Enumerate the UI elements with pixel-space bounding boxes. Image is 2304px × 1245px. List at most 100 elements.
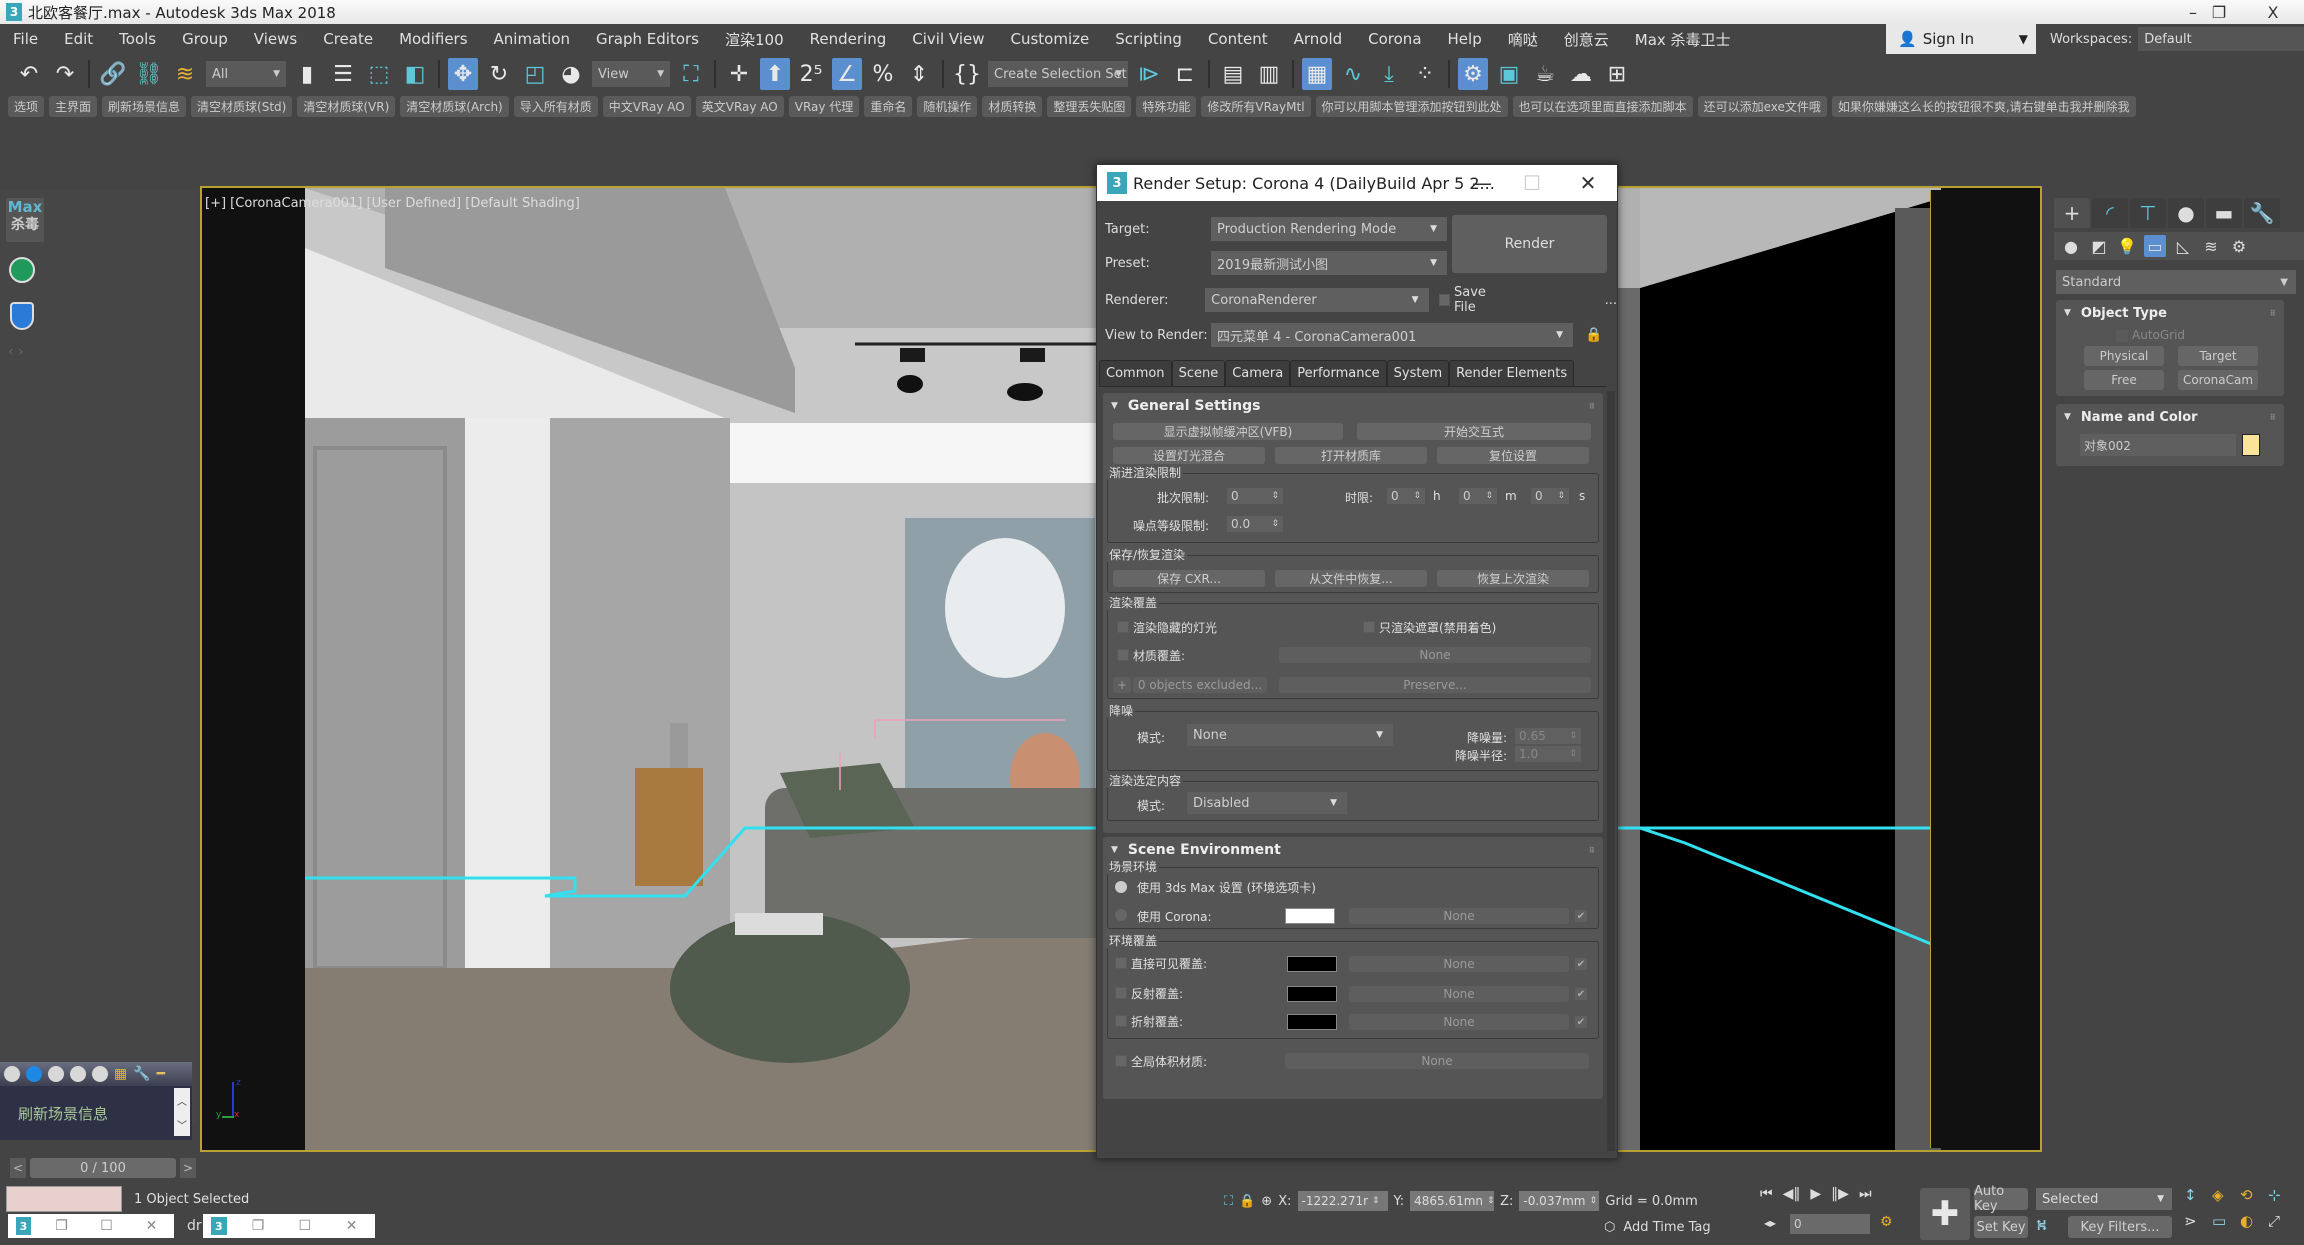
spinner-arrows-icon[interactable]: ⇕	[1487, 1196, 1495, 1206]
display-tab-icon[interactable]: ▬	[2206, 198, 2242, 228]
add-excluded-button[interactable]: +	[1113, 677, 1131, 693]
file-browse-button[interactable]: ...	[1605, 293, 1617, 308]
menu-graph-editors[interactable]: Graph Editors	[583, 30, 712, 48]
tab-system[interactable]: System	[1386, 360, 1450, 386]
roll-camera-icon[interactable]: ⟲	[2240, 1186, 2268, 1212]
spinner-arrows-icon[interactable]: ⇕	[1569, 749, 1577, 759]
selection-lock-icon[interactable]: 🔒	[1239, 1194, 1255, 1209]
maximize-icon[interactable]: ☐	[281, 1218, 328, 1234]
key-filters-button[interactable]: Key Filters...	[2068, 1216, 2172, 1238]
target-camera-button[interactable]: Target	[2178, 346, 2258, 366]
target-dropdown[interactable]: Production Rendering Mode ▼	[1211, 217, 1447, 241]
dialog-scrollbar[interactable]	[1607, 391, 1615, 1151]
menu-edit[interactable]: Edit	[51, 30, 106, 48]
dialog-title-bar[interactable]: 3 Render Setup: Corona 4 (DailyBuild Apr…	[1097, 165, 1617, 201]
create-tab-plus-icon[interactable]: +	[2054, 198, 2090, 228]
restore-icon[interactable]: ❐	[235, 1218, 282, 1234]
custom-button[interactable]: 你可以用脚本管理添加按钮到此处	[1315, 96, 1508, 117]
renderer-dropdown[interactable]: CoronaRenderer ▼	[1205, 288, 1429, 312]
snap-2-5-icon[interactable]: 2⁵	[796, 58, 826, 90]
direct-visibility-toggle[interactable]: ✔	[1575, 958, 1587, 970]
rendered-frame-window-icon[interactable]: ▣	[1494, 58, 1524, 90]
placement-icon[interactable]: ◕	[556, 58, 586, 90]
time-minutes-spinner[interactable]: 0 ⇕	[1459, 488, 1497, 504]
chevron-down-icon[interactable]: ﹀	[177, 1117, 187, 1132]
preset-dropdown[interactable]: 2019最新测试小图 ▼	[1211, 251, 1447, 275]
close-icon[interactable]: ✕	[129, 1218, 174, 1234]
custom-button[interactable]: 清空材质球(Arch)	[400, 96, 509, 117]
name-and-color-header[interactable]: ▼ Name and Color ⠿	[2056, 404, 2284, 430]
material-override-checkbox[interactable]	[1117, 649, 1129, 661]
systems-gear-icon[interactable]: ⚙	[2228, 235, 2250, 257]
close-icon[interactable]: ✕	[328, 1218, 375, 1234]
edit-named-sets-icon[interactable]: {}	[952, 58, 982, 90]
menu-customize[interactable]: Customize	[997, 30, 1102, 48]
time-hours-spinner[interactable]: 0 ⇕	[1387, 488, 1425, 504]
custom-button[interactable]: 导入所有材质	[513, 96, 598, 117]
dialog-close-button[interactable]: ✕	[1563, 165, 1613, 201]
preserve-button[interactable]: Preserve...	[1279, 677, 1591, 693]
refraction-color-swatch[interactable]	[1287, 1014, 1337, 1030]
maxscript-mini-listener[interactable]	[6, 1186, 122, 1212]
denoise-radius-spinner[interactable]: 1.0 ⇕	[1515, 746, 1581, 762]
object-name-field[interactable]: 对象002	[2080, 434, 2236, 456]
dot-icon[interactable]	[26, 1066, 42, 1082]
custom-button[interactable]: 如果你嫌嫌这么长的按钮很不爽,请右键单击我并删除我	[1831, 96, 2136, 117]
default-tangents-icon[interactable]: ⛕	[2036, 1216, 2047, 1236]
curve-editor-icon[interactable]: ∿	[1338, 58, 1368, 90]
render-iterative-icon[interactable]: ☁	[1566, 58, 1596, 90]
restore-icon[interactable]: ❐	[39, 1218, 84, 1234]
helpers-icon[interactable]: ◺	[2172, 235, 2194, 257]
redo-icon[interactable]: ↷	[50, 58, 80, 90]
custom-button[interactable]: 清空材质球(Std)	[191, 96, 293, 117]
grip-icon[interactable]: ⠿	[2270, 413, 2276, 422]
chevron-up-icon[interactable]: ︿	[177, 1093, 187, 1108]
close-button[interactable]: X	[2250, 0, 2296, 24]
minimized-window[interactable]: 3 ❐ ☐ ✕	[203, 1214, 375, 1238]
corona-env-map-toggle[interactable]: ✔	[1575, 910, 1587, 922]
denoise-mode-dropdown[interactable]: None ▼	[1187, 724, 1393, 746]
reset-settings-button[interactable]: 复位设置	[1437, 447, 1589, 464]
reflection-override-checkbox[interactable]	[1115, 987, 1127, 999]
custom-button[interactable]: 刷新场景信息	[102, 96, 187, 117]
restore-last-render-button[interactable]: 恢复上次渲染	[1437, 570, 1589, 587]
viewport-label[interactable]: [+] [CoronaCamera001] [User Defined] [De…	[205, 196, 580, 211]
grid-tool-icon[interactable]: ▦	[114, 1066, 127, 1082]
menu-civil-view[interactable]: Civil View	[899, 30, 997, 48]
bind-spacewarp-icon[interactable]: ≋	[170, 58, 200, 90]
max-antivirus-logo[interactable]: Max 杀毒	[6, 198, 44, 242]
menu-animation[interactable]: Animation	[481, 30, 583, 48]
restore-button[interactable]: ❐	[2196, 0, 2242, 24]
spinner-arrows-icon[interactable]: ⇕	[1372, 1196, 1380, 1206]
corona-env-map-slot[interactable]: None	[1349, 908, 1569, 924]
tab-scene[interactable]: Scene	[1171, 360, 1226, 386]
menu-group[interactable]: Group	[169, 30, 241, 48]
reflection-color-swatch[interactable]	[1287, 986, 1337, 1002]
menu-tools[interactable]: Tools	[106, 30, 169, 48]
render-production-icon[interactable]: ☕	[1530, 58, 1560, 90]
refraction-override-checkbox[interactable]	[1115, 1015, 1127, 1027]
rect-selection-icon[interactable]: ⬚	[364, 58, 394, 90]
menu-dida[interactable]: 嘀哒	[1495, 29, 1551, 50]
geometry-sphere-icon[interactable]: ●	[2060, 235, 2082, 257]
global-volume-slot[interactable]: None	[1285, 1053, 1589, 1069]
dot-icon[interactable]	[70, 1066, 86, 1082]
key-mode-dropdown[interactable]: Selected ▼	[2036, 1188, 2172, 1210]
reflection-map-slot[interactable]: None	[1349, 986, 1569, 1002]
menu-chuangyiyun[interactable]: 创意云	[1551, 29, 1622, 50]
selection-filter-dropdown[interactable]: All ▼	[206, 61, 286, 87]
pass-limit-spinner[interactable]: 0 ⇕	[1227, 488, 1283, 504]
menu-rendering[interactable]: Rendering	[797, 30, 900, 48]
object-color-swatch[interactable]	[2242, 434, 2260, 456]
auto-key-button[interactable]: Auto Key	[1974, 1184, 2028, 1214]
rotate-icon[interactable]: ↻	[484, 58, 514, 90]
schematic-view-icon[interactable]: ⁘	[1410, 58, 1440, 90]
menu-max-antivirus[interactable]: Max 杀毒卫士	[1622, 29, 1744, 50]
next-frame-icon[interactable]: ‖▶	[1831, 1186, 1849, 1202]
view-to-render-dropdown[interactable]: 四元菜单 4 - CoronaCamera001 ▼	[1211, 323, 1573, 347]
minimized-window[interactable]: 3 ❐ ☐ ✕	[8, 1214, 174, 1238]
reflection-toggle[interactable]: ✔	[1575, 988, 1587, 1000]
lock-icon[interactable]: 🔒	[1585, 327, 1602, 343]
global-volume-checkbox[interactable]	[1115, 1055, 1127, 1067]
autogrid-checkbox[interactable]	[2116, 330, 2128, 342]
